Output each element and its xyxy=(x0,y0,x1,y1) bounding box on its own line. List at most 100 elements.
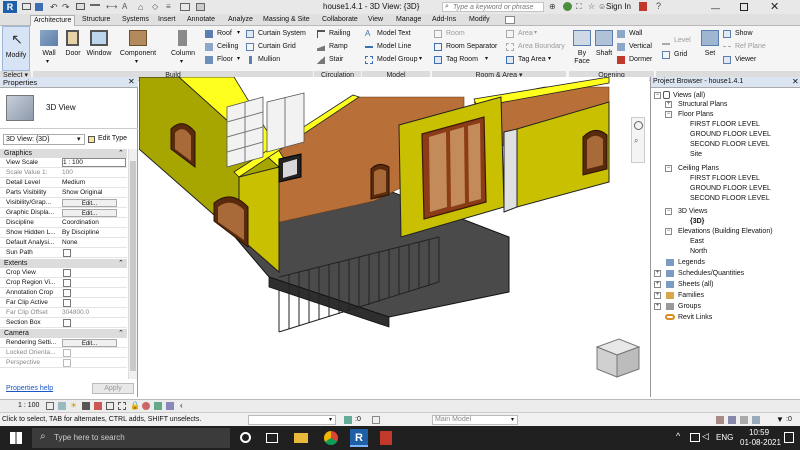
annotation-crop-checkbox[interactable] xyxy=(63,289,71,297)
tree-node-3d-views[interactable]: 3D Views xyxy=(678,207,707,216)
tab-view[interactable]: View xyxy=(365,15,386,26)
tree-node-north[interactable]: North xyxy=(690,247,707,256)
undo-icon[interactable]: ↶ xyxy=(50,2,58,13)
set-button[interactable]: Set xyxy=(699,26,721,70)
help-icon[interactable]: ? xyxy=(656,1,661,11)
expand-icon[interactable]: + xyxy=(654,292,661,299)
camera-section-header[interactable]: Camera ⌃ xyxy=(0,329,127,338)
tree-node-3d-view-active[interactable]: {3D} xyxy=(690,217,704,226)
default-3d-view-icon[interactable]: ⌂ xyxy=(138,2,143,12)
search-box[interactable]: ⌕ Type a keyword or phrase xyxy=(442,2,544,12)
edit-button[interactable]: Edit... xyxy=(62,199,117,207)
properties-help-link[interactable]: Properties help xyxy=(6,385,53,392)
tab-manage[interactable]: Manage xyxy=(393,15,424,26)
tab-annotate[interactable]: Annotate xyxy=(184,15,218,26)
steering-wheel-icon[interactable] xyxy=(634,121,643,130)
dormer-button[interactable]: Dormer xyxy=(617,55,655,65)
clock-time[interactable]: 10:59 xyxy=(749,428,769,437)
window-button[interactable]: Window xyxy=(85,26,113,70)
red-app-icon[interactable] xyxy=(380,431,392,445)
tree-node-sheets[interactable]: Sheets (all) xyxy=(678,280,713,289)
tab-massing-site[interactable]: Massing & Site xyxy=(260,15,313,26)
modify-button[interactable]: ↖ Modify xyxy=(2,26,30,71)
crop-icon[interactable] xyxy=(106,402,114,410)
far-clip-active-checkbox[interactable] xyxy=(63,299,71,307)
editable-only-icon[interactable] xyxy=(372,416,380,424)
windows-start-icon[interactable] xyxy=(10,432,22,444)
close-icon[interactable]: ✕ xyxy=(770,0,779,13)
area-boundary-button[interactable]: Area Boundary xyxy=(506,42,568,52)
reveal-hidden-icon[interactable] xyxy=(142,402,150,410)
task-view-icon[interactable] xyxy=(266,433,278,443)
tab-structure[interactable]: Structure xyxy=(79,15,113,26)
navigation-bar[interactable]: ⌕ xyxy=(631,117,645,163)
cart-icon[interactable]: ⛶ xyxy=(576,2,582,12)
design-options-dropdown[interactable]: Main Model ▾ xyxy=(432,415,518,425)
graphics-section-header[interactable]: Graphics ⌃ xyxy=(0,149,127,158)
ramp-button[interactable]: Ramp xyxy=(317,42,359,52)
expand-icon[interactable]: + xyxy=(665,101,672,108)
tree-node-revit-links[interactable]: Revit Links xyxy=(678,313,712,322)
3d-viewport[interactable]: ⌕ xyxy=(139,77,649,397)
chrome-icon[interactable] xyxy=(324,431,338,445)
edit-button[interactable]: Edit... xyxy=(62,209,117,217)
analysis-icon[interactable] xyxy=(166,402,174,410)
property-row[interactable]: Show Hidden L... By Discipline xyxy=(0,228,127,238)
minimize-icon[interactable]: — xyxy=(711,3,720,13)
property-row[interactable]: Crop Region Vi... xyxy=(0,278,127,288)
model-line-button[interactable]: Model Line xyxy=(365,42,423,52)
viewer-button[interactable]: Viewer xyxy=(723,55,767,65)
tab-modify[interactable]: Modify xyxy=(466,15,493,26)
edit-type-button[interactable]: Edit Type xyxy=(88,134,135,145)
redo-icon[interactable]: ↷ xyxy=(62,2,70,13)
tree-node-site[interactable]: Site xyxy=(690,150,702,159)
tree-node-floor-plans[interactable]: Floor Plans xyxy=(678,110,713,119)
view-scale[interactable]: 1 : 100 xyxy=(18,402,39,409)
tree-node-second-floor-plan[interactable]: SECOND FLOOR LEVEL xyxy=(690,140,770,149)
notification-icon[interactable] xyxy=(784,432,794,443)
select-pinned-icon[interactable] xyxy=(740,416,748,424)
door-button[interactable]: Door xyxy=(62,26,84,70)
column-button[interactable]: Column ▾ xyxy=(168,26,198,70)
grid-button[interactable]: Grid xyxy=(662,50,696,60)
tree-node-views-all[interactable]: Views (all) xyxy=(673,91,705,100)
tree-node-families[interactable]: Families xyxy=(678,291,704,300)
tree-node-ceiling-plans[interactable]: Ceiling Plans xyxy=(678,164,719,173)
level-button[interactable]: Level xyxy=(662,36,696,46)
vertical-button[interactable]: Vertical xyxy=(617,42,655,52)
taskbar-search-box[interactable]: ⌕ Type here to search xyxy=(32,428,230,448)
sign-in-label[interactable]: Sign In xyxy=(606,2,631,12)
zoom-icon[interactable]: ⌕ xyxy=(634,136,638,146)
by-face-button[interactable]: By Face xyxy=(571,26,593,70)
tree-node-schedules[interactable]: Schedules/Quantities xyxy=(678,269,744,278)
revit-taskbar-icon[interactable]: R xyxy=(350,429,368,447)
property-row[interactable]: View Scale 1 : 100 xyxy=(0,158,127,168)
thin-lines-icon[interactable]: ≡ xyxy=(166,2,171,11)
tree-node-first-floor-plan[interactable]: FIRST FLOOR LEVEL xyxy=(690,120,760,129)
collapse-icon[interactable]: − xyxy=(665,165,672,172)
curtain-grid-button[interactable]: Curtain Grid xyxy=(246,42,312,52)
select-links-icon[interactable] xyxy=(716,416,724,424)
opening-wall-button[interactable]: Wall xyxy=(617,29,655,39)
scroll-thumb[interactable] xyxy=(130,161,136,371)
tag-icon[interactable]: A xyxy=(122,2,127,11)
revit-logo-icon[interactable]: R xyxy=(3,1,17,13)
property-row[interactable]: Detail Level Medium xyxy=(0,178,127,188)
stair-button[interactable]: Stair xyxy=(317,55,359,65)
tab-systems[interactable]: Systems xyxy=(119,15,152,26)
show-button[interactable]: Show xyxy=(723,29,767,39)
shaft-button[interactable]: Shaft xyxy=(593,26,615,70)
visual-style-icon[interactable] xyxy=(58,402,66,410)
expand-icon[interactable]: + xyxy=(654,281,661,288)
close-icon[interactable]: ✕ xyxy=(128,77,135,86)
property-row[interactable]: Section Box xyxy=(0,318,127,328)
tree-node-structural-plans[interactable]: Structural Plans xyxy=(678,100,727,109)
exchange-apps-icon[interactable] xyxy=(639,2,647,11)
file-explorer-icon[interactable] xyxy=(294,433,308,443)
subscription-icon[interactable] xyxy=(563,2,572,11)
property-row[interactable]: Discipline Coordination xyxy=(0,218,127,228)
tree-node-second-floor-ceiling[interactable]: SECOND FLOOR LEVEL xyxy=(690,194,770,203)
user-icon[interactable]: ☺ xyxy=(598,2,606,11)
select-underlay-icon[interactable] xyxy=(728,416,736,424)
language-indicator[interactable]: ENG xyxy=(716,433,733,442)
